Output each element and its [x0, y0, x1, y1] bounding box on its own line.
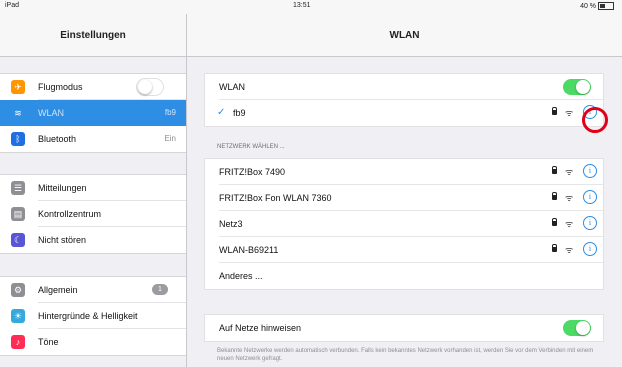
sidebar-group-notifications: ☰ Mitteilungen ▤ Kontrollzentrum ☾ Nicht… — [0, 174, 186, 254]
sidebar-group-connectivity: ✈ Flugmodus ≋ WLAN fb9 ᛒ Bluetooth Ein — [0, 73, 186, 153]
sidebar-item-label: Kontrollzentrum — [38, 209, 102, 219]
sidebar-item-value: fb9 — [164, 108, 176, 117]
moon-icon: ☾ — [11, 233, 25, 247]
wlan-label: WLAN — [219, 82, 246, 92]
network-row[interactable]: FRITZ!Box Fon WLAN 7360 ᯤ i — [205, 185, 603, 211]
wifi-signal-icon: ᯤ — [565, 245, 574, 255]
lock-icon — [552, 218, 557, 226]
other-network-row[interactable]: Anderes ... — [205, 263, 603, 289]
sidebar-item-mitteilungen[interactable]: ☰ Mitteilungen — [0, 175, 186, 201]
airplane-mode-toggle[interactable] — [136, 78, 164, 96]
battery-indicator: 40 % — [580, 2, 614, 10]
battery-percent: 40 % — [580, 2, 597, 10]
network-row[interactable]: FRITZ!Box 7490 ᯤ i — [205, 159, 603, 185]
wifi-icon: ≋ — [11, 106, 25, 120]
lock-icon — [552, 107, 557, 115]
sidebar-item-label: Mitteilungen — [38, 183, 87, 193]
network-name: FRITZ!Box 7490 — [219, 167, 286, 177]
checkmark-icon: ✓ — [217, 107, 226, 118]
control-center-icon: ▤ — [11, 207, 25, 221]
wifi-signal-icon: ᯤ — [565, 167, 574, 177]
sidebar-item-label: Allgemein — [38, 285, 78, 295]
update-badge: 1 — [152, 284, 168, 295]
ask-to-join-toggle[interactable] — [563, 320, 591, 336]
sidebar-item-label: Bluetooth — [38, 134, 77, 144]
section-header: NETZWERK WÄHLEN ... — [217, 144, 285, 150]
other-network-label: Anderes ... — [219, 271, 263, 281]
clock: 13:51 — [293, 2, 311, 9]
status-bar: iPad 13:51 40 % — [0, 0, 622, 14]
detail-nav-bar: WLAN — [187, 14, 622, 57]
highlight-circle — [582, 107, 608, 133]
wlan-detail-pane: WLAN WLAN ✓ fb9 ᯤ i NETZWERK WÄHLEN ... … — [187, 14, 622, 367]
settings-sidebar: Einstellungen ✈ Flugmodus ≋ WLAN fb9 ᛒ B… — [0, 14, 187, 367]
ask-to-join-label: Auf Netze hinweisen — [219, 323, 302, 333]
device-label: iPad — [5, 2, 20, 9]
connected-network-name: fb9 — [233, 108, 246, 118]
wlan-toggle-row: WLAN — [205, 74, 603, 100]
wlan-toggle[interactable] — [563, 79, 591, 95]
footer-note: Bekannte Netzwerke werden automatisch ve… — [217, 348, 594, 362]
brightness-icon: ☀ — [11, 309, 25, 323]
sidebar-item-value: Ein — [164, 134, 176, 143]
network-row[interactable]: WLAN-B69211 ᯤ i — [205, 237, 603, 263]
sidebar-item-hintergruende[interactable]: ☀ Hintergründe & Helligkeit — [0, 303, 186, 329]
sidebar-group-general: ⚙ Allgemein 1 ☀ Hintergründe & Helligkei… — [0, 276, 186, 356]
lock-icon — [552, 166, 557, 174]
network-row[interactable]: Netz3 ᯤ i — [205, 211, 603, 237]
sidebar-title: Einstellungen — [60, 30, 126, 41]
info-icon[interactable]: i — [583, 190, 597, 204]
ask-to-join-card: Auf Netze hinweisen — [204, 314, 604, 342]
info-icon[interactable]: i — [583, 164, 597, 178]
bluetooth-icon: ᛒ — [11, 132, 25, 146]
sidebar-item-nicht-stoeren[interactable]: ☾ Nicht stören — [0, 227, 186, 253]
network-name: WLAN-B69211 — [219, 245, 279, 255]
network-list: FRITZ!Box 7490 ᯤ i FRITZ!Box Fon WLAN 73… — [204, 158, 604, 290]
speaker-icon: ♪ — [11, 335, 25, 349]
network-name: Netz3 — [219, 219, 243, 229]
sidebar-item-bluetooth[interactable]: ᛒ Bluetooth Ein — [0, 126, 186, 152]
sidebar-item-label: Töne — [38, 337, 59, 347]
sidebar-item-flugmodus[interactable]: ✈ Flugmodus — [0, 74, 186, 100]
gear-icon: ⚙ — [11, 283, 25, 297]
wlan-status-card: WLAN ✓ fb9 ᯤ i — [204, 73, 604, 127]
sidebar-item-label: Nicht stören — [38, 235, 87, 245]
sidebar-nav-bar: Einstellungen — [0, 14, 186, 57]
lock-icon — [552, 244, 557, 252]
sidebar-item-toene[interactable]: ♪ Töne — [0, 329, 186, 355]
battery-icon — [598, 2, 614, 10]
sidebar-item-allgemein[interactable]: ⚙ Allgemein 1 — [0, 277, 186, 303]
connected-network-row[interactable]: ✓ fb9 ᯤ i — [205, 100, 603, 126]
wifi-signal-icon: ᯤ — [565, 219, 574, 229]
network-name: FRITZ!Box Fon WLAN 7360 — [219, 193, 332, 203]
wifi-signal-icon: ᯤ — [565, 193, 574, 203]
info-icon[interactable]: i — [583, 216, 597, 230]
airplane-icon: ✈ — [11, 80, 25, 94]
sidebar-item-label: Hintergründe & Helligkeit — [38, 311, 138, 321]
sidebar-item-label: WLAN — [38, 108, 65, 118]
wifi-signal-icon: ᯤ — [565, 108, 574, 118]
ask-to-join-row: Auf Netze hinweisen — [205, 315, 603, 341]
detail-title: WLAN — [389, 30, 420, 41]
sidebar-item-label: Flugmodus — [38, 82, 83, 92]
info-icon[interactable]: i — [583, 242, 597, 256]
lock-icon — [552, 192, 557, 200]
notifications-icon: ☰ — [11, 181, 25, 195]
sidebar-item-kontrollzentrum[interactable]: ▤ Kontrollzentrum — [0, 201, 186, 227]
sidebar-item-wlan[interactable]: ≋ WLAN fb9 — [0, 100, 186, 126]
